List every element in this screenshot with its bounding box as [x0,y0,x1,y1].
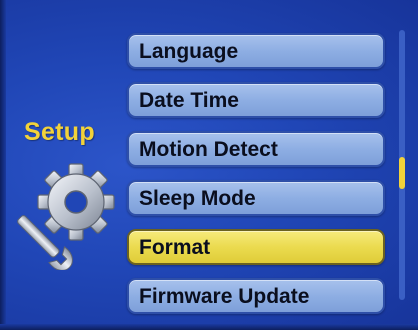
menu-item-motion-detect[interactable]: Motion Detect [127,131,385,167]
screen-frame-left [0,0,6,330]
menu-item-sleep-mode[interactable]: Sleep Mode [127,180,385,216]
menu-item-label: Format [139,236,211,259]
menu-item-date-time[interactable]: Date Time [127,82,385,118]
scrollbar[interactable] [399,30,405,300]
setup-title: Setup [24,118,95,146]
gear-wrench-icon [17,163,115,270]
menu-item-label: Firmware Update [139,285,310,308]
menu-item-label: Language [139,40,239,63]
menu-item-label: Motion Detect [139,138,278,161]
menu-item-label: Sleep Mode [139,187,256,210]
menu-item-firmware-update[interactable]: Firmware Update [127,278,385,314]
setup-menu: Language Date Time Motion Detect Sleep M… [127,33,385,327]
setup-screen: Setup Language Date Time Motion Detect S… [0,0,418,330]
menu-item-format[interactable]: Format [127,229,385,265]
menu-item-label: Date Time [139,89,239,112]
menu-item-language[interactable]: Language [127,33,385,69]
scrollbar-thumb[interactable] [399,156,405,190]
